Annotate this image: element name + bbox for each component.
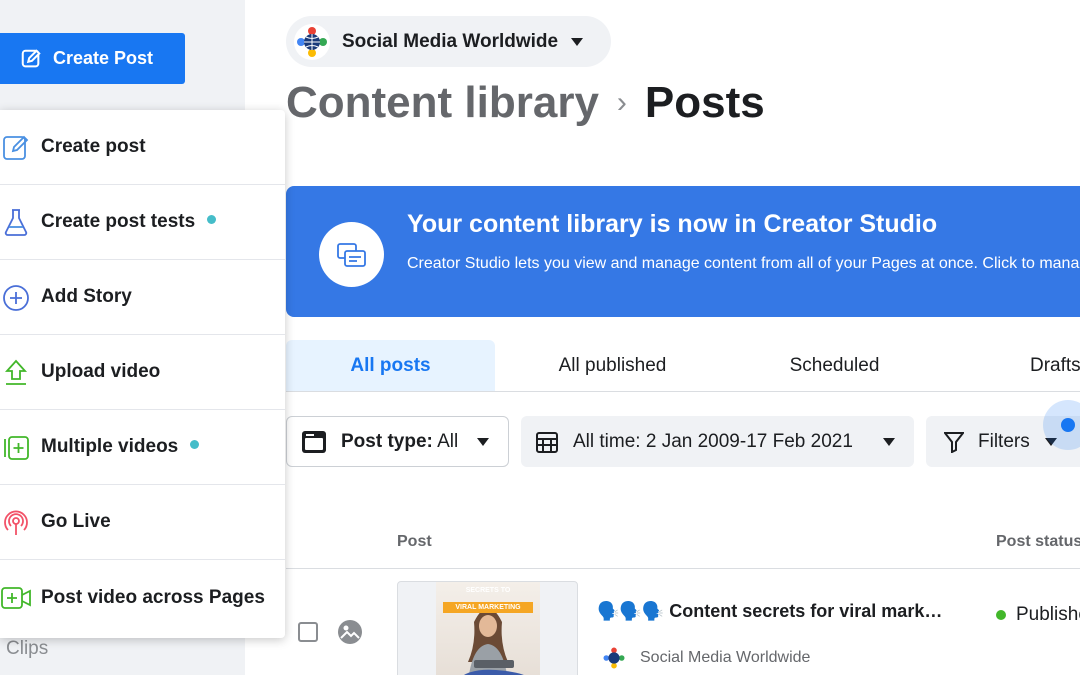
caret-down-icon — [882, 437, 896, 447]
filters-label: Filters — [978, 430, 1030, 452]
page-selector[interactable]: Social Media Worldwide — [286, 16, 611, 67]
create-post-button-label: Create Post — [53, 48, 154, 68]
calendar-icon — [535, 430, 559, 454]
date-range-label: All time: 2 Jan 2009-17 Feb 2021 — [573, 430, 853, 452]
creator-studio-banner[interactable]: Your content library is now in Creator S… — [286, 186, 1080, 317]
page-name: Social Media Worldwide — [342, 30, 559, 52]
caret-down-icon — [476, 437, 490, 447]
menu-item-label: Multiple videos — [41, 436, 200, 458]
post-thumbnail[interactable]: SECRETS TO VIRAL MARKETING — [397, 581, 578, 675]
plus-circle-icon — [0, 282, 32, 314]
filter-funnel-icon — [944, 431, 964, 453]
banner-description: Creator Studio lets you view and manage … — [407, 255, 1080, 272]
upload-icon — [0, 357, 32, 389]
post-type-filter-label: Post type: All — [341, 431, 458, 453]
caret-down-icon — [571, 37, 584, 46]
banner-title: Your content library is now in Creator S… — [407, 210, 938, 238]
banner-icon-circle — [319, 222, 384, 287]
post-type-icon — [301, 429, 327, 455]
menu-item-text: Create post tests — [41, 211, 196, 232]
date-range-filter[interactable]: All time: 2 Jan 2009-17 Feb 2021 — [521, 416, 914, 467]
menu-item-go-live[interactable]: Go Live — [0, 485, 285, 560]
menu-item-label: Add Story — [41, 286, 132, 307]
menu-item-label: Go Live — [41, 511, 111, 532]
column-header-post[interactable]: Post — [397, 533, 432, 551]
post-status: Published — [996, 604, 1080, 626]
menu-item-add-story[interactable]: Add Story — [0, 260, 285, 335]
tab-scheduled[interactable]: Scheduled — [732, 340, 937, 391]
page-logo-icon — [294, 23, 330, 60]
post-type-key: Post type: — [341, 430, 433, 452]
page-title: Posts — [644, 78, 765, 127]
status-dot — [996, 610, 1006, 620]
menu-item-create-post[interactable]: Create post — [0, 110, 285, 185]
tab-all-published[interactable]: All published — [510, 340, 715, 391]
menu-item-post-video-across-pages[interactable]: Post video across Pages — [0, 560, 285, 635]
tab-drafts[interactable]: Drafts — [1013, 340, 1080, 391]
menu-item-text: Multiple videos — [41, 436, 179, 457]
flask-icon — [0, 206, 32, 238]
create-post-button[interactable]: Create Post — [0, 33, 185, 84]
video-plus-icon — [0, 582, 32, 614]
breadcrumb-content-library[interactable]: Content library — [286, 78, 599, 128]
post-type-value: All — [437, 430, 459, 452]
thumbnail-image — [436, 582, 540, 675]
row-checkbox[interactable] — [298, 622, 318, 642]
menu-item-label: Create post tests — [41, 211, 217, 233]
sidebar-item-clips[interactable]: Clips — [6, 638, 48, 660]
menu-item-multiple-videos[interactable]: Multiple videos — [0, 410, 285, 485]
thumbnail-caption: SECRETS TO — [465, 587, 511, 594]
menu-item-upload-video[interactable]: Upload video — [0, 335, 285, 410]
chevron-right-icon: › — [616, 86, 627, 119]
menu-item-label: Create post — [41, 136, 146, 157]
create-menu: Create post Create post tests Add Story … — [0, 110, 285, 638]
column-header-post-status[interactable]: Post status — [996, 533, 1080, 551]
edit-icon — [21, 48, 41, 67]
post-tabs: All posts All published Scheduled Drafts — [286, 340, 1080, 392]
edit-icon — [0, 131, 32, 163]
thumbnail-badge: VIRAL MARKETING — [443, 602, 533, 613]
menu-item-create-post-tests[interactable]: Create post tests — [0, 185, 285, 260]
page-logo-icon — [603, 647, 625, 669]
cards-icon — [336, 242, 366, 267]
new-badge-dot — [190, 440, 200, 450]
photo-icon — [337, 619, 363, 650]
menu-item-label: Post video across Pages — [41, 586, 265, 608]
status-label: Published — [1016, 604, 1080, 625]
post-page: Social Media Worldwide — [600, 644, 810, 672]
multi-video-icon — [0, 432, 32, 464]
post-title[interactable]: 🗣️🗣️🗣️ Content secrets for viral mark… — [597, 601, 942, 622]
cursor-dot — [1061, 418, 1075, 432]
new-badge-dot — [207, 215, 217, 225]
live-icon — [0, 507, 32, 539]
post-type-filter[interactable]: Post type: All — [286, 416, 509, 467]
breadcrumb: Content library › Posts — [286, 76, 765, 130]
tab-all-posts[interactable]: All posts — [286, 340, 495, 391]
post-page-name: Social Media Worldwide — [640, 649, 811, 666]
menu-item-label: Upload video — [41, 361, 161, 382]
table-divider — [286, 568, 1080, 569]
